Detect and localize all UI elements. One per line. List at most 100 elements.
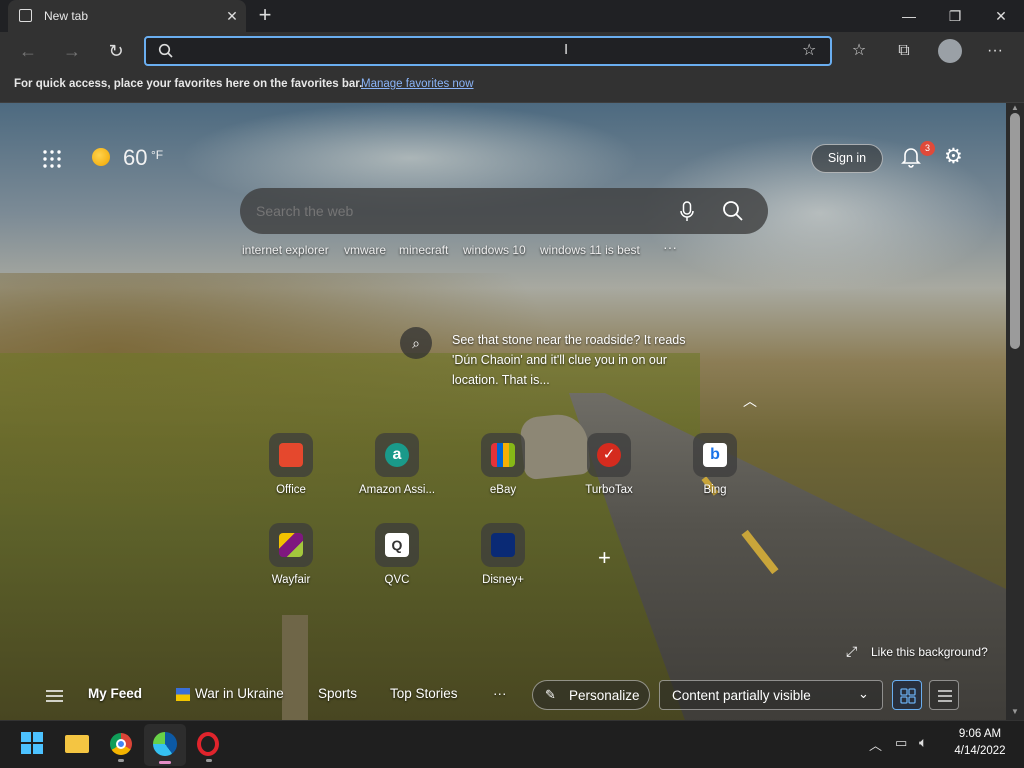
text-cursor-icon: I: [564, 41, 569, 58]
list-layout-button[interactable]: [929, 680, 959, 710]
turbotax-icon: ✓: [597, 443, 621, 467]
search-suggestion[interactable]: windows 11 is best: [540, 243, 640, 257]
web-search-box[interactable]: [240, 188, 768, 234]
search-icon: [158, 43, 173, 58]
notifications-bell-icon[interactable]: [900, 145, 922, 169]
profile-avatar[interactable]: [938, 39, 962, 63]
volume-icon[interactable]: 🔈︎: [919, 734, 927, 751]
address-bar[interactable]: I ☆: [144, 36, 832, 66]
search-suggestion[interactable]: vmware: [344, 243, 386, 257]
shortcut-bing[interactable]: b: [693, 433, 737, 477]
search-suggestion[interactable]: windows 10: [463, 243, 526, 257]
sign-in-button[interactable]: Sign in: [811, 144, 883, 173]
show-hidden-icons-chevron-up-icon[interactable]: ︿: [869, 735, 882, 754]
personalize-label: Personalize: [569, 688, 640, 703]
edge-icon: [153, 732, 177, 756]
feed-more-button[interactable]: ···: [493, 686, 507, 701]
microphone-icon[interactable]: [680, 201, 694, 223]
grid-icon: [900, 688, 916, 704]
shortcut-ebay[interactable]: [481, 433, 525, 477]
image-search-icon[interactable]: ⌕: [400, 327, 432, 359]
network-icon[interactable]: ▭: [895, 735, 907, 751]
chrome-icon[interactable]: [110, 733, 132, 755]
sun-icon: [92, 148, 110, 166]
tab-my-feed[interactable]: My Feed: [88, 686, 142, 701]
shortcut-label: Bing: [703, 484, 727, 496]
add-shortcut-button[interactable]: +: [598, 547, 611, 569]
shortcut-label: Amazon Assi...: [358, 484, 436, 496]
opera-icon[interactable]: [197, 732, 219, 756]
refresh-button[interactable]: ↻: [103, 38, 129, 64]
shortcut-qvc[interactable]: Q: [375, 523, 419, 567]
personalize-button[interactable]: ✎ Personalize: [532, 680, 650, 710]
list-icon: [938, 690, 952, 702]
shortcut-label: TurboTax: [585, 484, 633, 496]
restore-button[interactable]: ❐: [932, 0, 978, 32]
shortcut-wayfair[interactable]: [269, 523, 313, 567]
shortcut-label: Disney+: [482, 574, 524, 586]
favorites-bar: For quick access, place your favorites h…: [0, 70, 1024, 103]
running-indicator: [206, 759, 212, 762]
more-suggestions-button[interactable]: ···: [663, 239, 677, 255]
search-suggestion[interactable]: minecraft: [399, 243, 448, 257]
address-input[interactable]: [182, 41, 742, 61]
qvc-icon: Q: [385, 533, 409, 557]
shortcut-label: Wayfair: [271, 574, 311, 586]
edge-taskbar-active[interactable]: [144, 724, 186, 766]
chevron-up-icon[interactable]: ︿: [743, 391, 757, 411]
notification-badge: 3: [920, 141, 935, 156]
add-favorite-icon[interactable]: ☆: [802, 40, 816, 60]
minimize-button[interactable]: —: [886, 0, 932, 32]
search-suggestion[interactable]: internet explorer: [242, 243, 329, 257]
like-background-link[interactable]: Like this background?: [871, 645, 988, 659]
file-explorer-icon[interactable]: [65, 735, 89, 753]
weather-temperature[interactable]: 60: [123, 145, 147, 171]
office-icon: [279, 443, 303, 467]
new-tab-page: 60 °F Sign in 3 ⚙ internet explorer vmwa…: [0, 103, 1006, 720]
shortcut-label: QVC: [384, 574, 410, 586]
search-submit-icon[interactable]: [722, 200, 744, 222]
scrollbar-thumb[interactable]: [1010, 113, 1020, 349]
taskbar-date[interactable]: 4/14/2022: [948, 745, 1012, 757]
apps-launcher-icon[interactable]: [42, 149, 62, 169]
start-button-windows-icon[interactable]: [21, 732, 43, 754]
shortcut-turbotax[interactable]: ✓: [587, 433, 631, 477]
shortcut-disney-plus[interactable]: [481, 523, 525, 567]
page-settings-gear-icon[interactable]: ⚙: [944, 146, 963, 168]
content-visibility-value: Content partially visible: [672, 688, 811, 703]
shortcut-label: eBay: [489, 484, 517, 496]
new-tab-button[interactable]: +: [254, 4, 276, 26]
close-window-button[interactable]: ✕: [978, 0, 1024, 32]
running-indicator: [118, 759, 124, 762]
scroll-up-arrow-icon[interactable]: ▲: [1011, 103, 1019, 112]
page-scrollbar[interactable]: ▲ ▼: [1006, 103, 1024, 720]
shortcut-amazon-assistant[interactable]: a: [375, 433, 419, 477]
close-tab-icon[interactable]: ✕: [222, 6, 242, 26]
amazon-assistant-icon: a: [385, 443, 409, 467]
tab-top-stories[interactable]: Top Stories: [390, 686, 458, 701]
tab-new-tab[interactable]: New tab ✕: [8, 0, 246, 32]
tab-sports[interactable]: Sports: [318, 686, 357, 701]
ebay-icon: [491, 443, 515, 467]
pencil-icon: ✎: [545, 687, 556, 702]
shortcut-office[interactable]: [269, 433, 313, 477]
manage-favorites-link[interactable]: Manage favorites now: [361, 78, 474, 90]
grid-layout-button[interactable]: [892, 680, 922, 710]
favorites-icon[interactable]: ☆: [846, 38, 872, 64]
back-button[interactable]: ←: [15, 38, 41, 64]
bing-icon: b: [703, 443, 727, 467]
content-visibility-dropdown[interactable]: Content partially visible ⌄: [659, 680, 883, 710]
taskbar-time[interactable]: 9:06 AM: [948, 728, 1012, 740]
settings-more-icon[interactable]: ···: [982, 38, 1008, 64]
background-caption[interactable]: See that stone near the roadside? It rea…: [452, 330, 702, 390]
scroll-down-arrow-icon[interactable]: ▼: [1011, 707, 1019, 716]
chevron-down-icon: ⌄: [858, 686, 869, 701]
web-search-input[interactable]: [256, 201, 656, 221]
hamburger-menu-icon[interactable]: [46, 689, 63, 702]
page-icon: [19, 9, 32, 22]
forward-button[interactable]: →: [59, 38, 85, 64]
tab-war-in-ukraine[interactable]: War in Ukraine: [195, 686, 284, 701]
active-indicator: [159, 761, 171, 764]
collections-icon[interactable]: ⧉: [891, 38, 917, 64]
disney-plus-icon: [491, 533, 515, 557]
